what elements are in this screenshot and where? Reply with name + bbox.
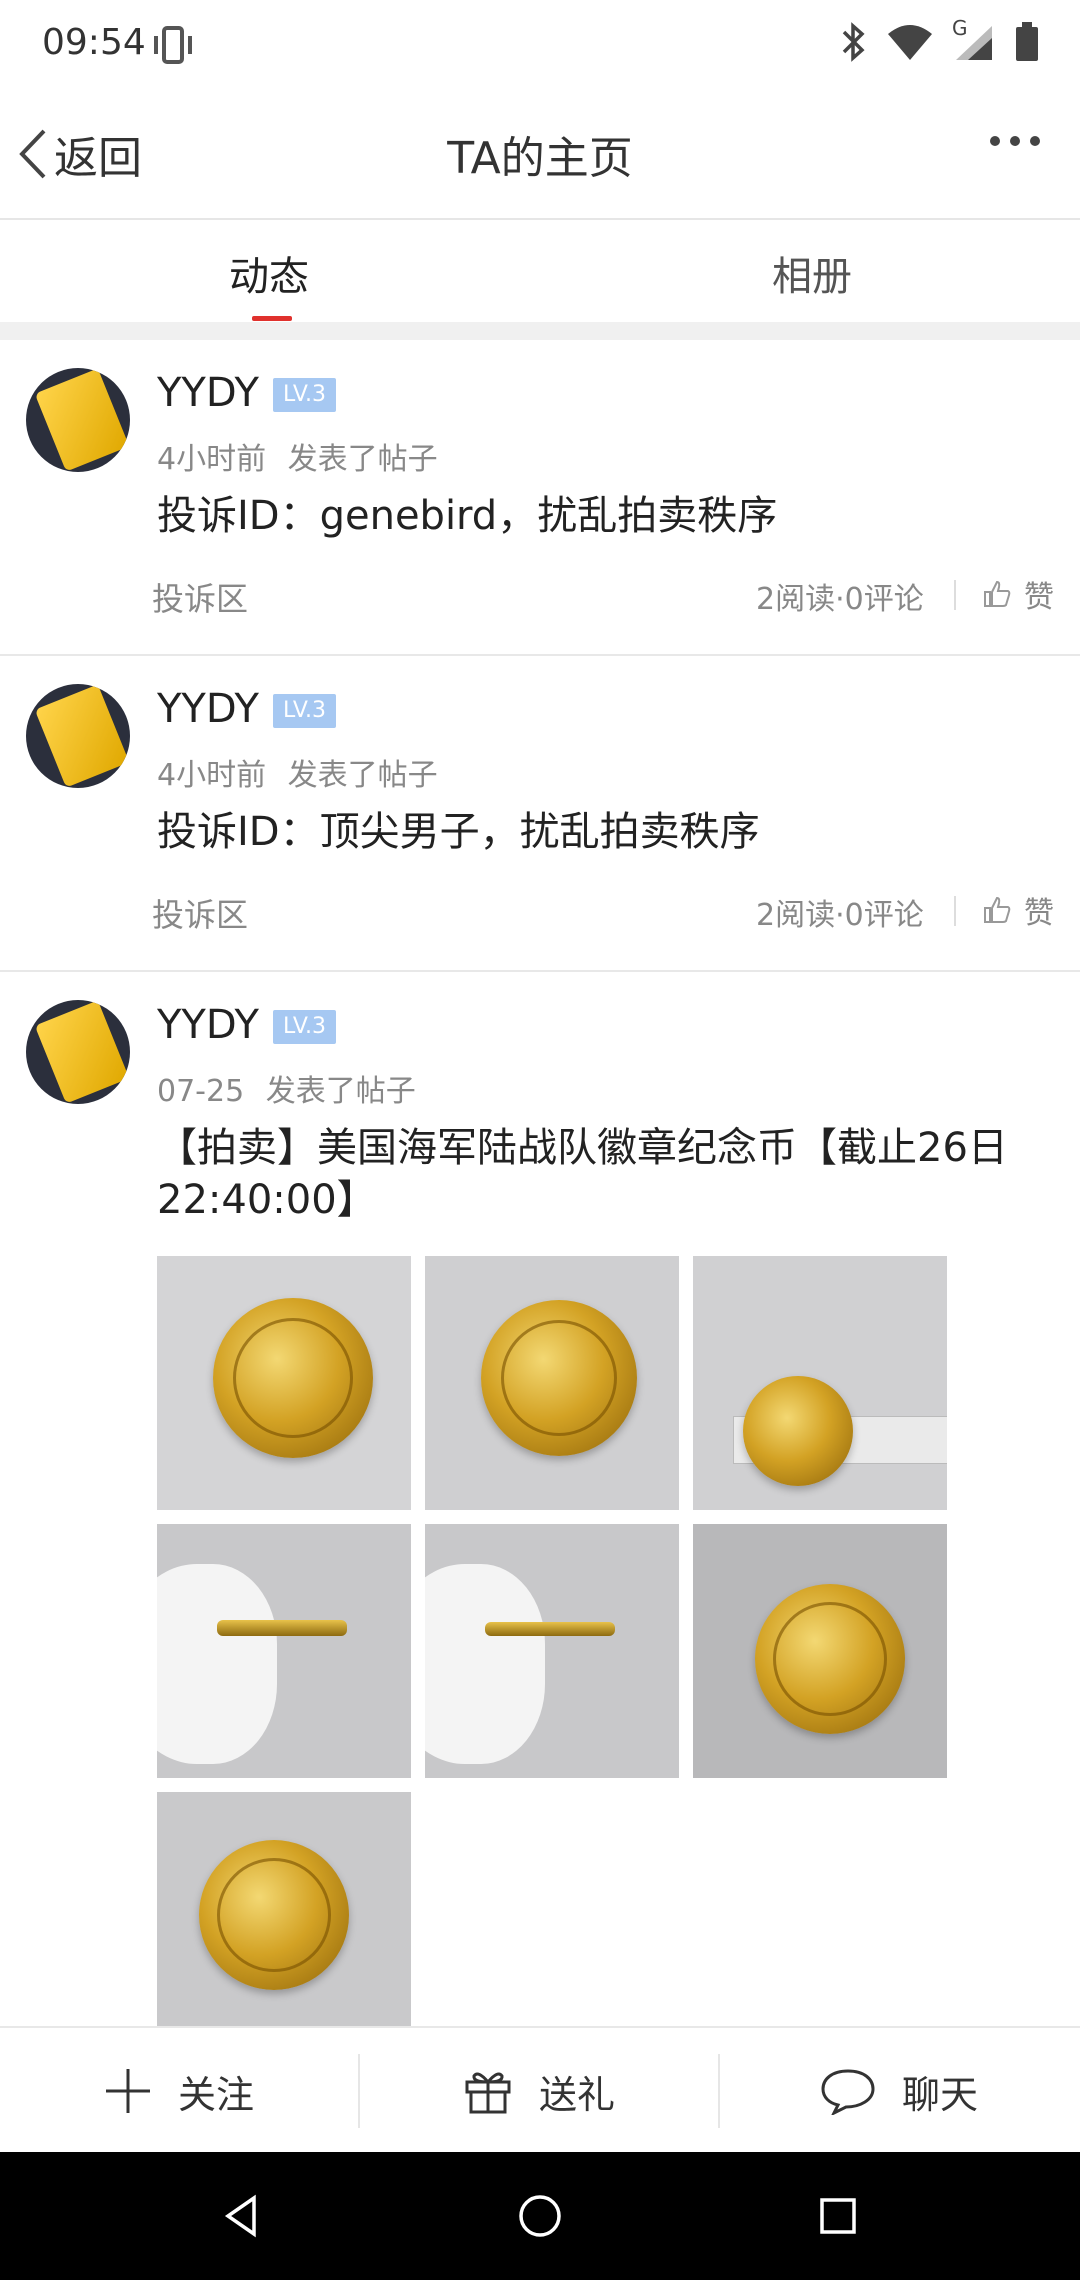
coin-inner-ring [501, 1320, 617, 1436]
coin-inner-ring [233, 1318, 353, 1438]
level-badge: LV.3 [273, 378, 337, 412]
post-stats: 2阅读·0评论 [756, 582, 924, 617]
post-photo[interactable] [157, 1524, 411, 1778]
glove-image [157, 1564, 277, 1764]
post-title[interactable]: 投诉ID：顶尖男子，扰乱拍卖秩序 [157, 806, 1057, 858]
thumbs-up-icon [984, 580, 1011, 607]
post-photo[interactable] [157, 1792, 411, 2026]
plus-icon [105, 2069, 150, 2113]
recents-square-icon[interactable] [814, 2192, 862, 2240]
tab-album[interactable]: 相册 [772, 244, 852, 302]
divider [954, 580, 956, 610]
home-circle-icon[interactable] [516, 2192, 564, 2240]
page-title: TA的主页 [447, 133, 633, 184]
lighter-image [34, 368, 130, 472]
divider [954, 896, 956, 926]
status-bar: 09:54 G [0, 0, 1080, 92]
back-triangle-icon[interactable] [220, 2192, 268, 2240]
post-meta: 4小时前 发表了帖子 [157, 434, 438, 478]
glove-image [425, 1564, 545, 1764]
username[interactable]: YYDY [157, 686, 259, 732]
send-gift-label: 送礼 [538, 2072, 615, 2117]
post-meta: 4小时前 发表了帖子 [157, 750, 438, 794]
post-time: 07-25 [157, 1074, 245, 1109]
more-dot-icon [1010, 136, 1020, 146]
coin-inner-ring [773, 1602, 887, 1716]
like-label: 赞 [1024, 896, 1054, 931]
coin-image [743, 1376, 853, 1486]
system-navigation-bar [0, 2152, 1080, 2280]
post-action: 发表了帖子 [287, 758, 438, 793]
send-gift-button[interactable]: 送礼 [360, 2028, 718, 2154]
more-dot-icon [990, 136, 1000, 146]
chat-button[interactable]: 聊天 [720, 2028, 1078, 2154]
coin-edge-image [217, 1620, 347, 1636]
more-dot-icon [1030, 136, 1040, 146]
avatar[interactable] [26, 684, 130, 788]
post-category[interactable]: 投诉区 [152, 890, 248, 936]
post-stats: 2阅读·0评论 [756, 898, 924, 933]
coin-inner-ring [217, 1858, 331, 1972]
status-time: 09:54 [42, 22, 146, 63]
post-time: 4小时前 [157, 442, 267, 477]
post-time: 4小时前 [157, 758, 267, 793]
thumbs-up-icon [984, 896, 1011, 923]
username[interactable]: YYDY [157, 370, 259, 416]
wifi-icon [888, 25, 932, 60]
level-badge: LV.3 [273, 1010, 337, 1044]
more-options-button[interactable] [990, 136, 1040, 146]
post-photo[interactable] [425, 1256, 679, 1510]
like-label: 赞 [1024, 580, 1054, 615]
post-item[interactable]: YYDY LV.3 4小时前 发表了帖子 投诉ID：genebird，扰乱拍卖秩… [0, 340, 1080, 656]
avatar[interactable] [26, 368, 130, 472]
post-title-line: 【拍卖】美国海军陆战队徽章纪念币【截止26日 [157, 1125, 1008, 1171]
post-title-line: 22:40:00】 [157, 1177, 377, 1223]
battery-icon [1016, 22, 1038, 61]
post-item[interactable]: YYDY LV.3 4小时前 发表了帖子 投诉ID：顶尖男子，扰乱拍卖秩序 投诉… [0, 656, 1080, 972]
post-action: 发表了帖子 [287, 442, 438, 477]
post-action: 发表了帖子 [265, 1074, 416, 1109]
like-button[interactable]: 赞 [982, 572, 1054, 616]
status-icons: G [840, 16, 1040, 62]
post-meta: 07-25 发表了帖子 [157, 1066, 416, 1110]
vibrate-icon [154, 26, 192, 64]
post-title[interactable]: 【拍卖】美国海军陆战队徽章纪念币【截止26日 22:40:00】 [157, 1122, 1057, 1226]
post-category[interactable]: 投诉区 [152, 574, 248, 620]
level-badge: LV.3 [273, 694, 337, 728]
post-photo[interactable] [425, 1524, 679, 1778]
chat-bubble-icon [821, 2069, 875, 2115]
lighter-image [34, 1000, 130, 1104]
post-photo[interactable] [693, 1256, 947, 1510]
coin-edge-image [485, 1622, 615, 1636]
tab-activity[interactable]: 动态 [229, 244, 309, 302]
avatar[interactable] [26, 1000, 130, 1104]
top-navigation-bar: 返回 TA的主页 [0, 92, 1080, 220]
active-tab-indicator [252, 316, 292, 321]
cell-signal-icon: G [952, 16, 996, 62]
bluetooth-icon [842, 22, 865, 62]
username[interactable]: YYDY [157, 1002, 259, 1048]
follow-label: 关注 [177, 2072, 254, 2117]
post-photo[interactable] [693, 1524, 947, 1778]
profile-tabs: 动态 相册 [0, 220, 1080, 322]
chat-label: 聊天 [901, 2072, 978, 2117]
post-item[interactable]: YYDY LV.3 07-25 发表了帖子 【拍卖】美国海军陆战队徽章纪念币【截… [0, 972, 1080, 2026]
post-title[interactable]: 投诉ID：genebird，扰乱拍卖秩序 [157, 490, 1057, 542]
gift-icon [465, 2072, 511, 2114]
lighter-image [34, 684, 130, 788]
post-photo[interactable] [157, 1256, 411, 1510]
follow-button[interactable]: 关注 [0, 2028, 358, 2154]
section-divider [0, 322, 1080, 340]
like-button[interactable]: 赞 [982, 888, 1054, 932]
bottom-action-bar: 关注 送礼 聊天 [0, 2026, 1080, 2154]
